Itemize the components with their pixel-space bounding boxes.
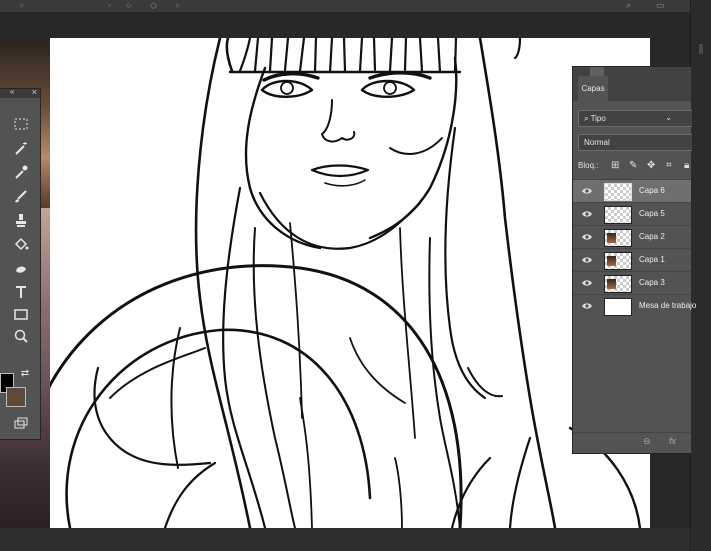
drawing-canvas[interactable]: [50, 38, 650, 528]
line-art-sketch: [50, 38, 642, 528]
lock-label: Bloq.:: [578, 161, 599, 170]
layer-row[interactable]: Capa 5: [573, 202, 691, 225]
layer-name: Capa 3: [639, 278, 665, 287]
lock-paint-icon[interactable]: ✎: [629, 158, 637, 174]
layer-thumbnail: [604, 298, 632, 316]
layer-row[interactable]: Capa 2: [573, 225, 691, 248]
chevron-down-icon: ⌄: [665, 113, 672, 122]
options-icon[interactable]: ○: [126, 0, 131, 10]
layer-name: Capa 5: [639, 209, 665, 218]
tab-layers[interactable]: Capas: [578, 76, 608, 101]
layer-name: Capa 2: [639, 232, 665, 241]
filter-kind-label: Tipo: [590, 114, 606, 123]
collapse-icon[interactable]: «: [10, 87, 14, 96]
options-icon[interactable]: ◦: [108, 0, 111, 10]
visibility-eye-icon[interactable]: [581, 254, 593, 266]
paint-bucket-icon[interactable]: [12, 235, 30, 253]
layers-footer: ⊖ fx: [573, 432, 691, 453]
swap-colors-icon[interactable]: ⇄: [16, 365, 34, 383]
panel-dock-strip: [690, 0, 711, 551]
clone-stamp-icon[interactable]: [12, 211, 30, 229]
smudge-icon[interactable]: [12, 259, 30, 277]
visibility-eye-icon[interactable]: [581, 231, 593, 243]
visibility-eye-icon[interactable]: [581, 185, 593, 197]
layer-thumbnail: [604, 275, 632, 293]
lock-all-icon[interactable]: 🔒︎: [684, 158, 689, 174]
layers-tabbar: Capas: [573, 67, 691, 101]
visibility-eye-icon[interactable]: [581, 300, 593, 312]
marquee-icon[interactable]: [12, 115, 30, 133]
dock-grip[interactable]: [699, 44, 703, 54]
layers-panel: Capas ⌕ Tipo ⌄ Normal Bloq.: ⊞ ✎ ✥ ⌗ 🔒︎ …: [572, 66, 696, 454]
layer-row[interactable]: Capa 6: [573, 179, 691, 202]
blend-mode-select[interactable]: Normal: [578, 134, 692, 151]
layer-thumbnail: [604, 183, 632, 201]
link-icon[interactable]: ⊖: [643, 436, 651, 447]
options-icon[interactable]: ◇: [150, 0, 157, 10]
workspace-icon[interactable]: ▭: [656, 0, 665, 10]
layer-row[interactable]: Capa 3: [573, 271, 691, 294]
status-bar: [0, 528, 690, 551]
visibility-eye-icon[interactable]: [581, 277, 593, 289]
search-icon[interactable]: ⌕: [626, 0, 631, 10]
layer-name: Capa 1: [639, 255, 665, 264]
layer-thumbnail: [604, 229, 632, 247]
close-icon[interactable]: ×: [32, 87, 37, 97]
photoshop-window: ▫ ◦ ○ ◇ ▫ ⌕ ▭ « × ⇄ Capas ⌕ Tipo ⌄ Norma…: [0, 0, 711, 551]
options-icon[interactable]: ▫: [20, 0, 23, 10]
visibility-eye-icon[interactable]: [581, 208, 593, 220]
zoom-icon[interactable]: [12, 327, 30, 345]
background-color-swatch[interactable]: [6, 387, 26, 407]
lock-transparency-icon[interactable]: ⊞: [611, 158, 619, 174]
layer-filter-select[interactable]: ⌕ Tipo ⌄: [578, 110, 692, 127]
options-bar: ▫ ◦ ○ ◇ ▫ ⌕ ▭: [0, 0, 690, 12]
blend-mode-label: Normal: [584, 138, 610, 147]
lock-artboard-icon[interactable]: ⌗: [666, 158, 672, 174]
screen-mode-icon[interactable]: [12, 415, 30, 433]
lock-controls: Bloq.: ⊞ ✎ ✥ ⌗ 🔒︎: [578, 158, 691, 174]
layer-name: Mesa de trabajo: [639, 301, 697, 310]
fx-button[interactable]: fx: [669, 436, 676, 446]
magic-wand-icon[interactable]: [12, 139, 30, 157]
layer-thumbnail: [604, 252, 632, 270]
type-icon[interactable]: [12, 283, 30, 301]
lock-position-icon[interactable]: ✥: [647, 158, 655, 174]
layer-name: Capa 6: [639, 186, 665, 195]
rectangle-icon[interactable]: [12, 305, 30, 323]
layer-thumbnail: [604, 206, 632, 224]
tools-panel-header[interactable]: « ×: [0, 87, 40, 98]
tools-panel: « × ⇄: [0, 87, 41, 440]
brush-icon[interactable]: [12, 187, 30, 205]
layer-row[interactable]: Capa 1: [573, 248, 691, 271]
layer-row[interactable]: Mesa de trabajo: [573, 294, 696, 317]
options-icon[interactable]: ▫: [176, 0, 179, 10]
eyedropper-icon[interactable]: [12, 163, 30, 181]
